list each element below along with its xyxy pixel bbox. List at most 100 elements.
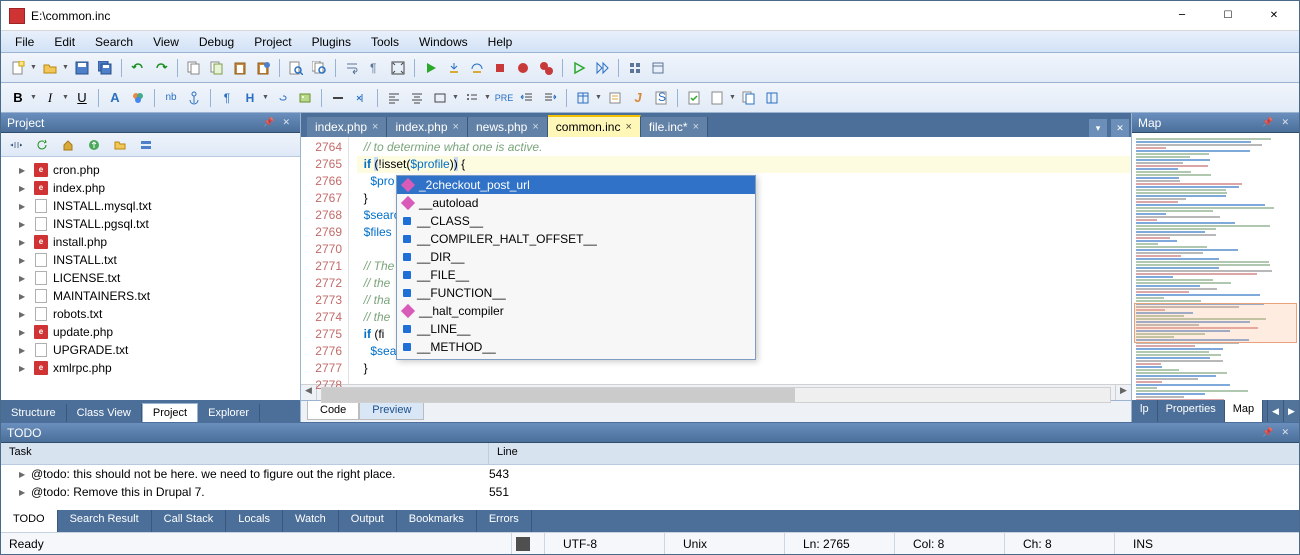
tab-scroll-right-button[interactable]: ▶ (1283, 400, 1299, 422)
tree-item[interactable]: ▶INSTALL.mysql.txt (1, 197, 300, 215)
whitespace-button[interactable]: ¶ (364, 57, 386, 79)
scroll-right-button[interactable]: ▶ (1115, 385, 1131, 400)
left-tab-class-view[interactable]: Class View (67, 404, 142, 422)
chevron-right-icon[interactable]: ▶ (19, 238, 31, 247)
tab-scroll-left-button[interactable]: ◀ (1267, 400, 1283, 422)
image-button[interactable] (294, 87, 316, 109)
autocomplete-item[interactable]: __halt_compiler (397, 302, 755, 320)
fullscreen-button[interactable] (387, 57, 409, 79)
chevron-right-icon[interactable]: ▶ (19, 364, 31, 373)
breakpoint-button[interactable] (512, 57, 534, 79)
word-wrap-button[interactable] (341, 57, 363, 79)
pin-icon[interactable]: 📌 (1258, 427, 1277, 438)
status-ins[interactable]: INS (1114, 533, 1299, 554)
indent-right-button[interactable] (539, 87, 561, 109)
todo-list[interactable]: ▶@todo: this should not be here. we need… (1, 465, 1299, 510)
css-button[interactable]: S (650, 87, 672, 109)
anchor-button[interactable] (183, 87, 205, 109)
bottom-tab-bookmarks[interactable]: Bookmarks (397, 510, 477, 532)
bottom-tab-errors[interactable]: Errors (477, 510, 532, 532)
editor-tab[interactable]: file.inc*× (641, 117, 708, 137)
breakpoints-button[interactable] (535, 57, 557, 79)
autocomplete-item[interactable]: __FUNCTION__ (397, 284, 755, 302)
italic-button[interactable]: I (39, 87, 61, 109)
play-all-button[interactable] (591, 57, 613, 79)
todo-row[interactable]: ▶@todo: this should not be here. we need… (1, 465, 1299, 483)
chevron-right-icon[interactable]: ▶ (19, 488, 31, 497)
minimap[interactable] (1132, 133, 1299, 400)
todo-header-task[interactable]: Task (1, 443, 489, 464)
refresh-button[interactable] (31, 134, 53, 156)
history-button[interactable] (252, 57, 274, 79)
status-eol[interactable]: Unix (664, 533, 784, 554)
menu-tools[interactable]: Tools (361, 33, 409, 51)
close-button[interactable]: ✕ (1251, 1, 1297, 31)
copy-button[interactable] (183, 57, 205, 79)
bottom-tab-search-result[interactable]: Search Result (58, 510, 152, 532)
undo-button[interactable] (127, 57, 149, 79)
bottom-tab-todo[interactable]: TODO (1, 510, 58, 532)
left-tab-explorer[interactable]: Explorer (198, 404, 260, 422)
run-button[interactable] (420, 57, 442, 79)
align-center-button[interactable] (406, 87, 428, 109)
underline-button[interactable]: U (71, 87, 93, 109)
step-into-button[interactable] (443, 57, 465, 79)
tree-item[interactable]: ▶einstall.php (1, 233, 300, 251)
menu-project[interactable]: Project (244, 33, 301, 51)
editor-mode-tab-preview[interactable]: Preview (359, 401, 424, 420)
indent-left-button[interactable] (516, 87, 538, 109)
tree-item[interactable]: ▶MAINTAINERS.txt (1, 287, 300, 305)
autocomplete-item[interactable]: __COMPILER_HALT_OFFSET__ (397, 230, 755, 248)
editor-tab[interactable]: common.inc× (548, 115, 641, 137)
right-tab-lp[interactable]: lp (1132, 400, 1158, 422)
font-color-button[interactable]: A (104, 87, 126, 109)
chevron-right-icon[interactable]: ▶ (19, 470, 31, 479)
play-button[interactable] (568, 57, 590, 79)
bottom-tab-output[interactable]: Output (339, 510, 397, 532)
stack-button[interactable] (738, 87, 760, 109)
tree-item[interactable]: ▶ecron.php (1, 161, 300, 179)
autocomplete-item[interactable]: __DIR__ (397, 248, 755, 266)
tree-item[interactable]: ▶INSTALL.txt (1, 251, 300, 269)
grid-button[interactable] (624, 57, 646, 79)
menu-search[interactable]: Search (85, 33, 143, 51)
panel-close-icon[interactable]: ✕ (1277, 117, 1293, 128)
bottom-tab-locals[interactable]: Locals (226, 510, 283, 532)
minimize-button[interactable]: ─ (1159, 1, 1205, 31)
close-tab-icon[interactable]: × (532, 121, 538, 133)
comment-button[interactable] (350, 87, 372, 109)
close-tab-icon[interactable]: × (372, 121, 378, 133)
chevron-right-icon[interactable]: ▶ (19, 292, 31, 301)
heading-button[interactable]: H (239, 87, 261, 109)
chevron-right-icon[interactable]: ▶ (19, 256, 31, 265)
pre-button[interactable]: PRE (493, 87, 515, 109)
cut-button[interactable] (206, 57, 228, 79)
home-button[interactable] (57, 134, 79, 156)
tree-item[interactable]: ▶LICENSE.txt (1, 269, 300, 287)
tree-item[interactable]: ▶eindex.php (1, 179, 300, 197)
tree-item[interactable]: ▶UPGRADE.txt (1, 341, 300, 359)
bottom-tab-call-stack[interactable]: Call Stack (152, 510, 227, 532)
autocomplete-item[interactable]: _2checkout_post_url (397, 176, 755, 194)
paragraph-button[interactable]: ¶ (216, 87, 238, 109)
collapse-button[interactable] (5, 134, 27, 156)
editor-tab[interactable]: index.php× (307, 117, 387, 137)
autocomplete-item[interactable]: __CLASS__ (397, 212, 755, 230)
autocomplete-item[interactable]: __autoload (397, 194, 755, 212)
menu-help[interactable]: Help (478, 33, 523, 51)
hr-button[interactable] (327, 87, 349, 109)
new-file-button[interactable] (7, 57, 29, 79)
paste-button[interactable] (229, 57, 251, 79)
menu-windows[interactable]: Windows (409, 33, 478, 51)
todo-row[interactable]: ▶@todo: Remove this in Drupal 7.551 (1, 483, 1299, 501)
status-encoding[interactable]: UTF-8 (544, 533, 664, 554)
table-button[interactable] (572, 87, 594, 109)
autocomplete-popup[interactable]: _2checkout_post_url__autoload__CLASS____… (396, 175, 756, 360)
chevron-right-icon[interactable]: ▶ (19, 220, 31, 229)
editor-tab-list-button[interactable]: ▾ (1089, 119, 1107, 137)
save-all-button[interactable] (94, 57, 116, 79)
validate-button[interactable] (683, 87, 705, 109)
editor-mode-tab-code[interactable]: Code (307, 401, 359, 420)
step-over-button[interactable] (466, 57, 488, 79)
minimap-viewport[interactable] (1134, 303, 1297, 343)
